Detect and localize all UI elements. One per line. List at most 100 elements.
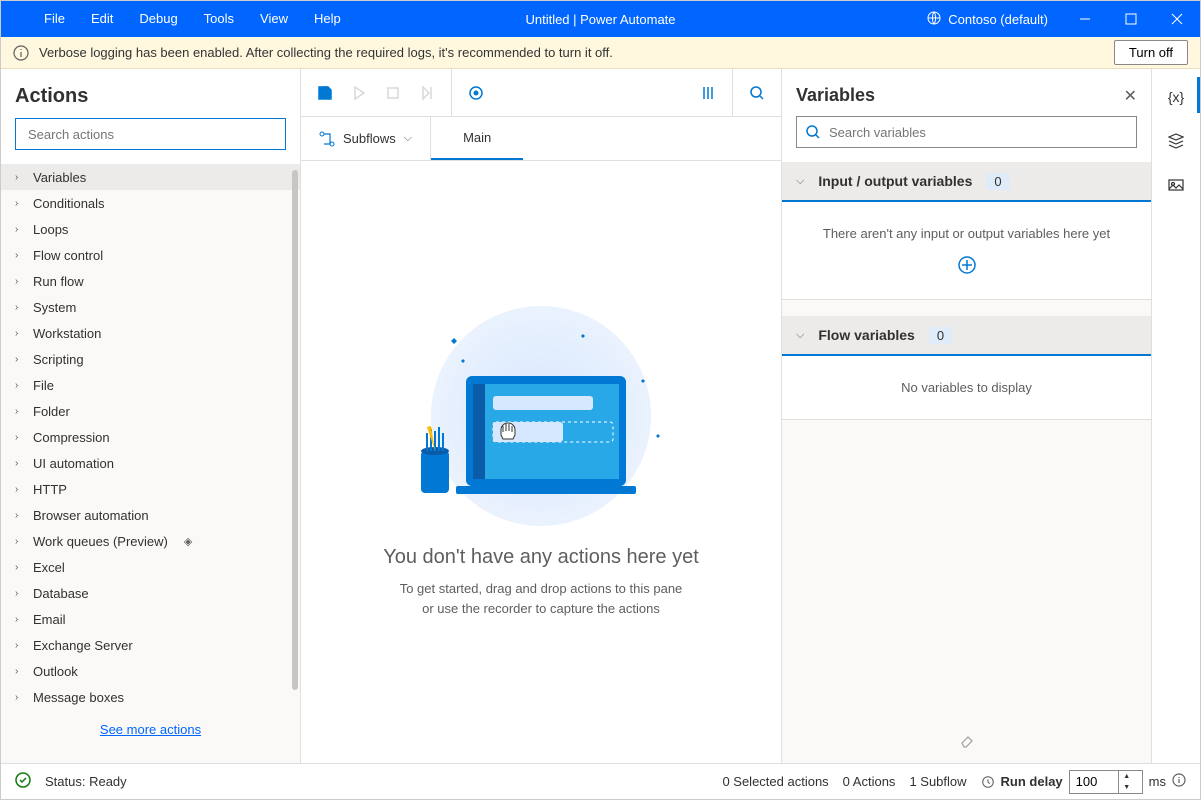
see-more-actions-link[interactable]: See more actions [100, 722, 201, 737]
close-panel-button[interactable]: ✕ [1124, 86, 1137, 106]
action-category[interactable]: ›Browser automation [1, 502, 300, 528]
action-category[interactable]: ›Message boxes [1, 684, 300, 710]
main-menu: FileEditDebugToolsViewHelp [1, 1, 354, 37]
action-category-label: Outlook [33, 664, 78, 679]
action-category-label: Conditionals [33, 196, 105, 211]
actions-search-input[interactable] [24, 127, 277, 142]
io-variables-header[interactable]: ⌵ Input / output variables 0 [782, 162, 1151, 202]
action-category[interactable]: ›Scripting [1, 346, 300, 372]
actions-search[interactable] [15, 118, 286, 150]
variables-search[interactable] [796, 116, 1137, 148]
environment-icon [926, 10, 942, 29]
action-category-label: Message boxes [33, 690, 124, 705]
action-category-label: Email [33, 612, 66, 627]
chevron-down-icon: ⌵ [796, 175, 804, 188]
empty-state-title: You don't have any actions here yet [383, 546, 699, 569]
flow-variables-body: No variables to display [782, 356, 1151, 420]
add-variable-button[interactable] [957, 255, 977, 275]
action-category[interactable]: ›Run flow [1, 268, 300, 294]
save-button[interactable] [309, 77, 341, 109]
chevron-right-icon: › [15, 250, 23, 261]
action-category-label: HTTP [33, 482, 67, 497]
minimize-button[interactable] [1062, 1, 1108, 37]
status-ok-icon [15, 772, 31, 791]
action-category[interactable]: ›Variables [1, 164, 300, 190]
search-button[interactable] [741, 77, 773, 109]
action-category[interactable]: ›Email [1, 606, 300, 632]
spin-down[interactable]: ▼ [1119, 782, 1135, 793]
action-category-label: Workstation [33, 326, 101, 341]
turn-off-button[interactable]: Turn off [1114, 40, 1188, 65]
chevron-right-icon: › [15, 380, 23, 391]
copilot-button[interactable] [692, 77, 724, 109]
action-category-label: Excel [33, 560, 65, 575]
chevron-right-icon: › [15, 432, 23, 443]
action-category-label: Folder [33, 404, 70, 419]
io-variables-body: There aren't any input or output variabl… [782, 202, 1151, 300]
action-category-label: UI automation [33, 456, 114, 471]
flow-variables-header[interactable]: ⌵ Flow variables 0 [782, 316, 1151, 356]
chevron-right-icon: › [15, 302, 23, 313]
action-category-label: Exchange Server [33, 638, 133, 653]
action-category-label: Browser automation [33, 508, 149, 523]
step-button[interactable] [411, 77, 443, 109]
action-category[interactable]: › Workstation [1, 320, 300, 346]
run-button[interactable] [343, 77, 375, 109]
actions-category-list[interactable]: ›Variables›Conditionals›Loops›Flow contr… [1, 164, 300, 763]
chevron-right-icon: › [15, 172, 23, 183]
clock-icon [981, 775, 995, 789]
run-delay-group: Run delay ▲▼ ms [981, 770, 1186, 794]
run-delay-input[interactable]: ▲▼ [1069, 770, 1143, 794]
menu-tools[interactable]: Tools [191, 1, 247, 37]
recorder-button[interactable] [460, 77, 492, 109]
close-button[interactable] [1154, 1, 1200, 37]
chevron-right-icon: › [15, 276, 23, 287]
status-bar: Status: Ready 0 Selected actions 0 Actio… [1, 763, 1200, 799]
action-category[interactable]: ›Loops [1, 216, 300, 242]
side-rail: {x} [1152, 69, 1200, 763]
action-category[interactable]: ›UI automation [1, 450, 300, 476]
action-category[interactable]: ›Compression [1, 424, 300, 450]
actions-panel: Actions ›Variables›Conditionals›Loops›Fl… [1, 69, 301, 763]
menu-file[interactable]: File [31, 1, 78, 37]
action-category[interactable]: ›Excel [1, 554, 300, 580]
status-selected-actions: 0 Selected actions [722, 774, 828, 789]
io-variables-count: 0 [986, 173, 1009, 190]
tab-main[interactable]: Main [431, 117, 523, 160]
chevron-right-icon: › [15, 406, 23, 417]
action-category[interactable]: ›Database [1, 580, 300, 606]
action-category[interactable]: › Conditionals [1, 190, 300, 216]
action-category[interactable]: ›System [1, 294, 300, 320]
rail-ui-elements-button[interactable] [1156, 121, 1196, 161]
rail-images-button[interactable] [1156, 165, 1196, 205]
action-category[interactable]: › File [1, 372, 300, 398]
environment-selector[interactable]: Contoso (default) [912, 1, 1062, 37]
chevron-right-icon: › [15, 198, 23, 209]
spin-up[interactable]: ▲ [1119, 771, 1135, 782]
menu-edit[interactable]: Edit [78, 1, 126, 37]
scrollbar-thumb[interactable] [292, 170, 298, 690]
variables-search-input[interactable] [829, 125, 1128, 140]
action-category-label: File [33, 378, 54, 393]
action-category[interactable]: ›Work queues (Preview)◈ [1, 528, 300, 554]
rail-variables-button[interactable]: {x} [1156, 77, 1196, 117]
menu-view[interactable]: View [247, 1, 301, 37]
action-category[interactable]: › Outlook [1, 658, 300, 684]
eraser-icon[interactable] [959, 733, 975, 749]
maximize-button[interactable] [1108, 1, 1154, 37]
menu-help[interactable]: Help [301, 1, 354, 37]
chevron-right-icon: › [15, 328, 23, 339]
variables-panel: Variables ✕ ⌵ Input / output variables 0… [782, 69, 1152, 763]
designer-toolbar [301, 69, 781, 117]
action-category[interactable]: ›Exchange Server [1, 632, 300, 658]
action-category[interactable]: ›Flow control [1, 242, 300, 268]
stop-button[interactable] [377, 77, 409, 109]
chevron-right-icon: › [15, 666, 23, 677]
action-category[interactable]: › Folder [1, 398, 300, 424]
menu-debug[interactable]: Debug [126, 1, 190, 37]
status-text: Status: Ready [45, 774, 127, 789]
action-category[interactable]: ›HTTP [1, 476, 300, 502]
empty-state: You don't have any actions here yet To g… [301, 161, 781, 763]
subflows-dropdown[interactable]: Subflows ⌵ [301, 117, 431, 160]
chevron-down-icon: ⌵ [404, 132, 412, 145]
